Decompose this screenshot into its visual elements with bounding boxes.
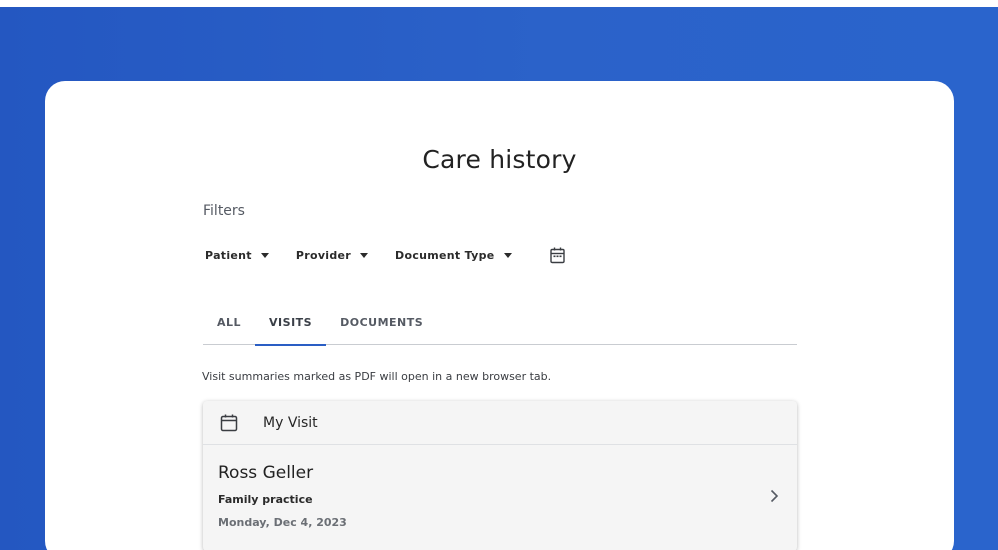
chevron-right-icon[interactable] — [767, 489, 781, 503]
visit-card-header: My Visit — [203, 401, 797, 445]
filter-row: Patient Provider Document Type — [205, 244, 567, 266]
visit-date: Monday, Dec 4, 2023 — [218, 516, 347, 529]
tab-visits[interactable]: VISITS — [255, 307, 327, 346]
visit-card-title: My Visit — [263, 414, 318, 431]
pdf-notice: Visit summaries marked as PDF will open … — [202, 370, 552, 383]
visit-list-item[interactable]: Ross Geller Family practice Monday, Dec … — [203, 445, 797, 545]
calendar-icon — [220, 414, 238, 431]
date-filter-button[interactable] — [549, 245, 567, 265]
tab-documents[interactable]: DOCUMENTS — [326, 307, 437, 345]
visit-card: My Visit Ross Geller Family practice Mon… — [203, 401, 797, 550]
page-title: Care history — [422, 145, 577, 174]
care-history-tabs: ALL VISITS DOCUMENTS — [203, 307, 797, 346]
top-strip — [0, 0, 998, 7]
caret-down-icon — [360, 252, 369, 258]
patient-filter-dropdown[interactable]: Patient — [205, 249, 269, 262]
calendar-icon — [550, 247, 565, 263]
tab-all[interactable]: ALL — [203, 307, 255, 345]
document-type-filter-label: Document Type — [395, 248, 495, 262]
patient-filter-label: Patient — [205, 248, 252, 262]
document-type-filter-dropdown[interactable]: Document Type — [395, 248, 512, 262]
provider-filter-label: Provider — [295, 248, 352, 262]
filters-label: Filters — [203, 203, 245, 219]
provider-filter-dropdown[interactable]: Provider — [295, 248, 369, 262]
provider-name: Ross Geller — [218, 463, 314, 483]
caret-down-icon — [260, 252, 269, 258]
provider-specialty: Family practice — [218, 493, 313, 506]
caret-down-icon — [503, 252, 512, 258]
care-history-card: Care history Filters Patient Provider Do… — [45, 81, 954, 550]
